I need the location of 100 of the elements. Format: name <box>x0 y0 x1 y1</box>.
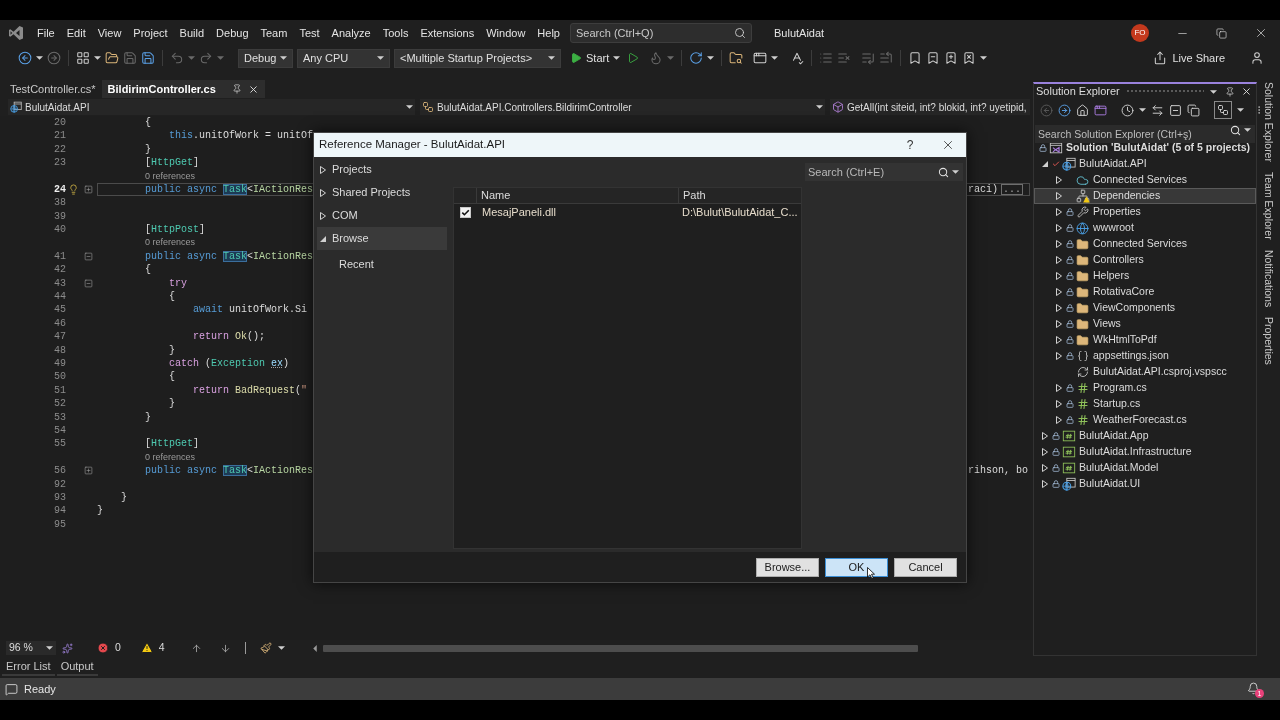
tree-item[interactable]: appsettings.json <box>1034 348 1256 364</box>
sparkles-icon[interactable] <box>62 642 73 654</box>
tree-item[interactable]: BulutAidat.App <box>1034 428 1256 444</box>
error-icon[interactable] <box>97 642 109 654</box>
caret-icon[interactable] <box>1244 128 1251 132</box>
codelens-link[interactable]: 0 references <box>145 236 196 250</box>
tree-item[interactable]: Controllers <box>1034 252 1256 268</box>
caret-icon[interactable] <box>1237 108 1244 112</box>
back-icon[interactable] <box>18 51 32 65</box>
menu-item[interactable]: Help <box>531 20 566 46</box>
project-dropdown[interactable]: BulutAidat.API <box>8 99 415 115</box>
arrow-up-icon[interactable] <box>190 642 202 654</box>
save-icon[interactable] <box>141 51 155 65</box>
flame-icon[interactable] <box>649 51 664 65</box>
triangle-right-icon[interactable] <box>1056 400 1062 408</box>
search-field[interactable]: Search (Ctrl+Q) <box>570 23 752 43</box>
caret-icon[interactable] <box>548 56 555 60</box>
triangle-right-icon[interactable] <box>320 165 326 174</box>
side-tab[interactable]: Properties <box>1258 316 1279 365</box>
tree-item[interactable]: BulutAidat.API.csproj.vspscc <box>1034 364 1256 380</box>
collapsed-code-marker[interactable]: ... <box>1001 184 1024 196</box>
account-avatar[interactable]: FO <box>1131 24 1149 42</box>
menu-item[interactable]: Analyze <box>325 20 377 46</box>
caret-icon[interactable] <box>613 56 621 60</box>
caret-icon[interactable] <box>377 56 384 60</box>
menu-item[interactable]: Test <box>293 20 326 46</box>
bell-icon[interactable] <box>1247 681 1260 695</box>
triangle-right-icon[interactable] <box>1056 240 1062 248</box>
triangle-down-icon[interactable] <box>1042 161 1048 167</box>
zoom-dropdown[interactable]: 96 % <box>6 641 56 655</box>
caret-icon[interactable] <box>280 56 287 60</box>
type-dropdown[interactable]: BulutAidat.API.Controllers.BildirimController <box>420 99 825 115</box>
triangle-right-icon[interactable] <box>1056 416 1062 424</box>
person-icon[interactable] <box>1250 51 1264 65</box>
caret-icon[interactable] <box>277 646 285 650</box>
triangle-right-icon[interactable] <box>1056 208 1062 216</box>
tree-item[interactable]: Dependencies <box>1034 188 1256 204</box>
side-tab[interactable]: Notifications <box>1258 249 1279 307</box>
triangle-right-icon[interactable] <box>1056 224 1062 232</box>
start-button[interactable]: Start <box>567 48 624 68</box>
side-tab[interactable]: Solution Explorer <box>1258 82 1279 162</box>
search-icon[interactable] <box>938 167 949 178</box>
member-dropdown[interactable]: GetAll(int siteid, int? blokid, int? uyetipid, <box>830 99 1030 115</box>
checkbox[interactable] <box>460 207 471 218</box>
dialog-button[interactable]: Browse... <box>756 557 819 577</box>
triangle-right-icon[interactable] <box>1056 176 1062 184</box>
copy-icon[interactable] <box>1187 103 1200 117</box>
menu-item[interactable]: Debug <box>210 20 255 46</box>
tree-item[interactable]: BulutAidat.Infrastructure <box>1034 444 1256 460</box>
spellcheck-icon[interactable] <box>790 51 805 65</box>
menu-item[interactable]: Project <box>127 20 174 46</box>
folder-search-icon[interactable] <box>729 51 744 65</box>
menu-item[interactable]: Build <box>173 20 211 46</box>
triangle-right-icon[interactable] <box>1056 256 1062 264</box>
tree-item[interactable]: Program.cs <box>1034 380 1256 396</box>
document-tab[interactable]: TestController.cs* <box>4 80 102 98</box>
close-icon[interactable] <box>247 83 259 95</box>
workflow-icon[interactable] <box>1214 101 1232 119</box>
scrollbar-thumb[interactable] <box>322 644 918 652</box>
caret-icon[interactable] <box>46 646 53 650</box>
triangle-right-icon[interactable] <box>1056 352 1062 360</box>
search-icon[interactable] <box>1230 125 1241 136</box>
caret-icon[interactable] <box>952 170 959 174</box>
menu-item[interactable]: Window <box>480 20 532 46</box>
bookmark-minus-icon[interactable] <box>926 51 941 65</box>
arrow-down-icon[interactable] <box>219 642 231 654</box>
menu-item[interactable]: View <box>91 20 128 46</box>
arrows-left-right-icon[interactable] <box>1151 103 1164 117</box>
caret-icon[interactable] <box>1139 108 1146 112</box>
undo-icon[interactable] <box>170 51 184 65</box>
codelens-link[interactable]: 0 references <box>145 169 196 183</box>
tree-item[interactable]: wwwroot <box>1034 220 1256 236</box>
codelens-link[interactable]: 0 references <box>145 450 196 465</box>
triangle-right-icon[interactable] <box>1056 320 1062 328</box>
search-field[interactable]: Search (Ctrl+E) <box>805 163 963 181</box>
caret-icon[interactable] <box>816 105 823 109</box>
menu-item[interactable]: Team <box>254 20 294 46</box>
tree-item[interactable]: Helpers <box>1034 268 1256 284</box>
triangle-right-icon[interactable] <box>1042 448 1048 456</box>
side-tab[interactable]: Team Explorer <box>1258 171 1279 240</box>
nav-item[interactable]: Browse <box>317 227 447 250</box>
window-icon[interactable] <box>753 51 768 65</box>
triangle-right-icon[interactable] <box>1042 480 1048 488</box>
workflow-icon[interactable] <box>422 101 434 113</box>
square-minus-icon[interactable] <box>1169 103 1182 117</box>
tree-item[interactable]: RotativaCore <box>1034 284 1256 300</box>
menu-item[interactable]: Edit <box>60 20 92 46</box>
tree-item[interactable]: WeatherForecast.cs <box>1034 412 1256 428</box>
bookmark-icon[interactable] <box>908 51 923 65</box>
tree-item[interactable]: Solution 'BulutAidat' (5 of 5 projects) <box>1034 140 1256 156</box>
document-tab[interactable]: BildirimController.cs <box>101 80 265 98</box>
grid-icon[interactable] <box>76 51 90 65</box>
triangle-right-icon[interactable] <box>1056 384 1062 392</box>
menu-item[interactable]: Tools <box>376 20 415 46</box>
restore-icon[interactable] <box>1216 27 1227 39</box>
nav-item[interactable]: Projects <box>317 158 447 181</box>
close-icon[interactable] <box>1241 86 1252 97</box>
paintbrush-icon[interactable] <box>259 642 272 654</box>
window-icon[interactable] <box>1094 103 1107 117</box>
caret-icon[interactable] <box>94 56 101 60</box>
